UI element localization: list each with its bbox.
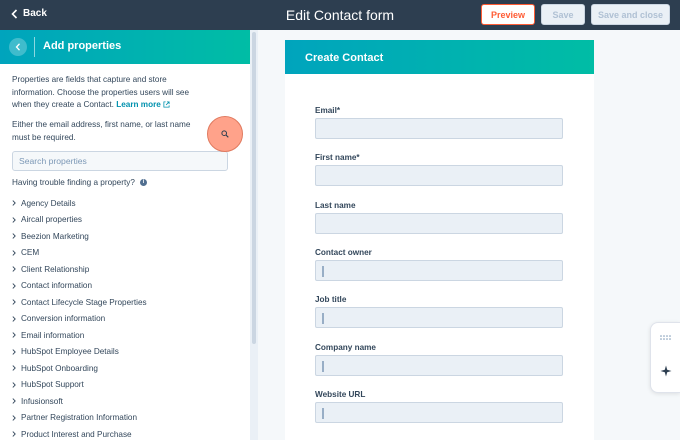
property-group-label: HubSpot Support: [21, 380, 84, 390]
property-group-item[interactable]: Client Relationship: [12, 261, 242, 278]
field-label: Contact owner: [315, 248, 372, 257]
grid-dots-icon: [660, 335, 671, 340]
drag-handle-icon[interactable]: [322, 266, 324, 277]
property-group-label: Aircall properties: [21, 215, 82, 225]
property-group-item[interactable]: Conversion information: [12, 311, 242, 328]
field-label: Company name: [315, 343, 376, 352]
property-group-label: HubSpot Onboarding: [21, 363, 98, 373]
chevron-right-icon: [12, 200, 16, 206]
field-label: Email*: [315, 106, 341, 115]
panel-back-button[interactable]: [9, 38, 27, 56]
field-input[interactable]: [315, 260, 563, 281]
property-group-item[interactable]: Email information: [12, 327, 242, 344]
search-box: [12, 151, 228, 171]
add-properties-panel: Add properties Properties are fields tha…: [0, 30, 250, 440]
panel-scrollbar-thumb[interactable]: [252, 32, 256, 344]
search-button[interactable]: [207, 116, 243, 152]
chevron-right-icon: [12, 316, 16, 322]
ai-assist-button[interactable]: [659, 364, 673, 378]
field-input[interactable]: [315, 213, 563, 234]
back-label: Back: [23, 8, 47, 19]
search-icon: [221, 130, 229, 138]
property-group-item[interactable]: CEM: [12, 245, 242, 262]
search-input[interactable]: [13, 152, 193, 170]
drag-handle-icon[interactable]: [322, 313, 324, 324]
property-group-label: HubSpot Employee Details: [21, 347, 119, 357]
preview-button[interactable]: Preview: [481, 4, 535, 25]
property-group-label: Product Interest and Purchase: [21, 429, 132, 439]
panel-header: Add properties: [0, 30, 250, 64]
trouble-text: Having trouble finding a property?: [12, 178, 135, 187]
top-bar: Back Edit Contact form Preview Save Save…: [0, 0, 680, 30]
property-group-item[interactable]: Beezion Marketing: [12, 228, 242, 245]
grid-dots-button[interactable]: [659, 331, 673, 345]
property-group-label: Client Relationship: [21, 264, 90, 274]
property-group-item[interactable]: Partner Registration Information: [12, 410, 242, 427]
intro-text: Properties are fields that capture and s…: [12, 74, 202, 112]
save-and-close-button[interactable]: Save and close: [591, 4, 670, 25]
drag-handle-icon[interactable]: [322, 361, 324, 372]
chevron-right-icon: [12, 349, 16, 355]
form-title: Create Contact: [305, 52, 384, 64]
property-group-label: CEM: [21, 248, 40, 258]
field-input[interactable]: [315, 355, 563, 376]
chevron-right-icon: [12, 283, 16, 289]
back-button[interactable]: Back: [11, 8, 47, 19]
property-group-label: Contact Lifecycle Stage Properties: [21, 297, 147, 307]
chevron-right-icon: [12, 398, 16, 404]
field-input[interactable]: [315, 165, 563, 186]
chevron-right-icon: [12, 266, 16, 272]
property-group-label: Infusionsoft: [21, 396, 63, 406]
panel-title: Add properties: [43, 40, 122, 52]
chevron-right-icon: [12, 415, 16, 421]
property-group-item[interactable]: Product Interest and Purchase: [12, 426, 242, 440]
field-input[interactable]: [315, 307, 563, 328]
property-group-item[interactable]: Infusionsoft: [12, 393, 242, 410]
chevron-right-icon: [12, 217, 16, 223]
field-label: Last name: [315, 201, 356, 210]
property-group-label: Email information: [21, 330, 85, 340]
field-label: Website URL: [315, 390, 366, 399]
property-group-label: Contact information: [21, 281, 92, 291]
field-label: Job title: [315, 295, 347, 304]
property-group-item[interactable]: Contact information: [12, 278, 242, 295]
info-icon[interactable]: i: [139, 179, 147, 186]
save-button[interactable]: Save: [541, 4, 585, 25]
property-group-item[interactable]: Aircall properties: [12, 212, 242, 229]
learn-more-label: Learn more: [116, 100, 161, 109]
chevron-right-icon: [12, 382, 16, 388]
chevron-right-icon: [12, 299, 16, 305]
drag-handle-icon[interactable]: [322, 408, 324, 419]
form-preview: Create Contact Email* First name* Last nam…: [285, 40, 594, 440]
chevron-right-icon: [12, 250, 16, 256]
chevron-right-icon: [12, 365, 16, 371]
property-group-label: Beezion Marketing: [21, 231, 89, 241]
chevron-right-icon: [12, 431, 16, 437]
chevron-right-icon: [12, 332, 16, 338]
field-label: First name*: [315, 153, 360, 162]
property-group-item[interactable]: Agency Details: [12, 195, 242, 212]
property-group-label: Conversion information: [21, 314, 106, 324]
property-group-item[interactable]: HubSpot Support: [12, 377, 242, 394]
chevron-right-icon: [12, 233, 16, 239]
property-group-item[interactable]: HubSpot Onboarding: [12, 360, 242, 377]
property-group-list: Agency Details Aircall properties Beezion …: [12, 195, 242, 440]
requirement-text: Either the email address, first name, or…: [12, 120, 191, 142]
chevron-left-icon: [15, 43, 20, 51]
property-group-label: Partner Registration Information: [21, 413, 138, 423]
sparkle-icon: [660, 365, 672, 377]
external-link-icon: [163, 101, 170, 108]
property-group-label: Agency Details: [21, 198, 76, 208]
field-input[interactable]: [315, 402, 563, 423]
property-group-item[interactable]: HubSpot Employee Details: [12, 344, 242, 361]
trouble-finding-help: Having trouble finding a property? i: [12, 178, 147, 187]
side-tools: [650, 322, 680, 393]
property-group-item[interactable]: Contact Lifecycle Stage Properties: [12, 294, 242, 311]
field-input[interactable]: [315, 118, 563, 139]
learn-more-link[interactable]: Learn more: [116, 100, 170, 109]
header-divider: [34, 37, 35, 57]
chevron-left-icon: [11, 8, 18, 19]
